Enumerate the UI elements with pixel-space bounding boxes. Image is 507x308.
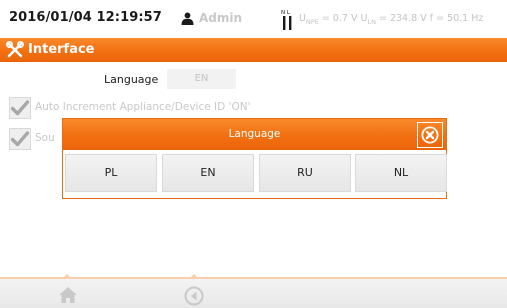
language-options: PL EN RU NL: [65, 154, 447, 194]
u-npe-sub: NPE: [305, 17, 319, 26]
plug-icon: N L: [281, 10, 292, 30]
datetime: 2016/01/04 12:19:57: [9, 10, 162, 25]
close-button[interactable]: [417, 122, 443, 148]
sound-checkbox[interactable]: [9, 128, 31, 150]
auto-increment-checkbox[interactable]: [9, 97, 31, 119]
home-indicator: [63, 274, 71, 278]
page-header: Interface: [0, 38, 507, 62]
auto-increment-setting[interactable]: Auto Increment Appliance/Device ID 'ON': [9, 97, 329, 119]
page-title: Interface: [28, 42, 95, 57]
u-ln-sub: LN: [367, 17, 376, 26]
close-circle-icon: [421, 126, 439, 144]
language-dialog: Language PL EN RU NL: [62, 118, 447, 199]
user-icon: [181, 12, 194, 25]
language-option-en[interactable]: EN: [162, 154, 254, 192]
back-indicator: [190, 274, 198, 278]
checkmark-icon: [11, 100, 29, 116]
status-bar: 2016/01/04 12:19:57 Admin N L UNPE = 0.7…: [0, 0, 507, 38]
dialog-header: Language: [63, 119, 446, 150]
language-option-pl[interactable]: PL: [65, 154, 157, 192]
auto-increment-label: Auto Increment Appliance/Device ID 'ON': [35, 101, 251, 113]
u-ln-value: = 234.8 V: [375, 13, 430, 24]
u-npe-value: = 0.7 V: [318, 13, 361, 24]
screen: 2016/01/04 12:19:57 Admin N L UNPE = 0.7…: [0, 0, 507, 308]
checkmark-icon: [11, 131, 29, 147]
tools-icon: [6, 41, 24, 58]
plug-letters: N L: [281, 10, 291, 16]
language-field[interactable]: EN: [167, 69, 236, 89]
dialog-title: Language: [228, 128, 281, 140]
sound-setting[interactable]: Sou: [9, 128, 69, 150]
back-icon[interactable]: [184, 286, 204, 306]
sound-label: Sou: [35, 132, 55, 144]
language-option-ru[interactable]: RU: [259, 154, 351, 192]
user-name: Admin: [199, 11, 243, 25]
language-label: Language: [104, 73, 159, 86]
frequency: f = 50.1 Hz: [429, 13, 484, 24]
u-npe-label: U: [299, 13, 306, 24]
language-option-nl[interactable]: NL: [355, 154, 447, 192]
home-icon[interactable]: [58, 286, 78, 304]
measurements: UNPE = 0.7 V ULN = 234.8 V f = 50.1 Hz: [299, 13, 483, 26]
